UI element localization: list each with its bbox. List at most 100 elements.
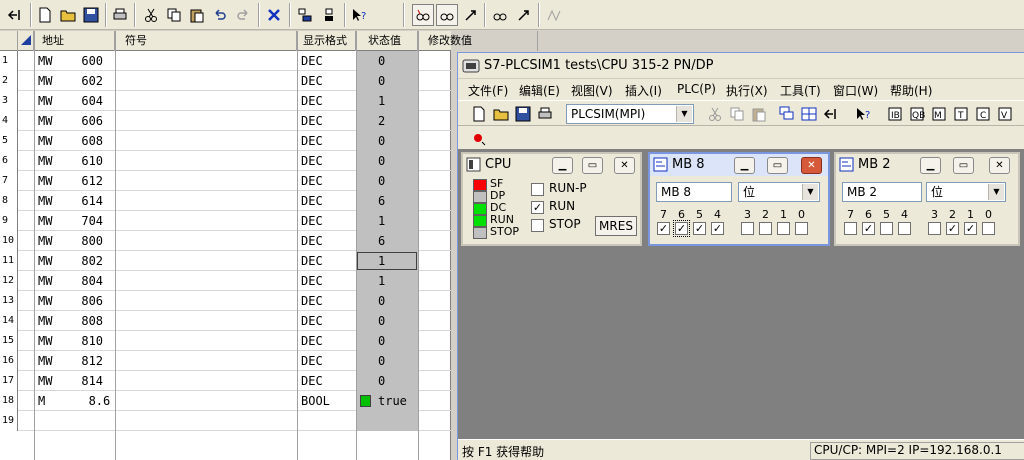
- modify-cell[interactable]: [418, 51, 451, 71]
- bit-checkbox[interactable]: ✓: [657, 222, 670, 235]
- table-row[interactable]: 8 MW 614 DEC 6: [0, 191, 451, 211]
- modify-cell[interactable]: [418, 131, 451, 151]
- symbol-cell[interactable]: [115, 111, 297, 131]
- table-row[interactable]: 16 MW 812 DEC 0: [0, 351, 451, 371]
- symbol-cell[interactable]: [115, 371, 297, 391]
- help-pointer-icon[interactable]: ?: [852, 103, 874, 125]
- modify-cell[interactable]: [418, 411, 451, 431]
- format-cell[interactable]: DEC: [301, 111, 356, 131]
- format-cell[interactable]: BOOL: [301, 391, 356, 411]
- insert-timer-icon[interactable]: T: [950, 103, 972, 125]
- maximize-button[interactable]: ▭: [582, 157, 603, 174]
- bit-checkbox[interactable]: ✓: [711, 222, 724, 235]
- modify-cell[interactable]: [418, 71, 451, 91]
- bit-checkbox[interactable]: ✓: [693, 222, 706, 235]
- format-cell[interactable]: DEC: [301, 311, 356, 331]
- address-cell[interactable]: MW 808: [38, 311, 114, 331]
- chevron-down-icon[interactable]: ▼: [988, 184, 1004, 200]
- interface-select[interactable]: PLCSIM(MPI) ▼: [566, 104, 694, 124]
- col-modify[interactable]: 修改数值: [418, 31, 538, 51]
- format-cell[interactable]: DEC: [301, 91, 356, 111]
- modify-cell[interactable]: [418, 171, 451, 191]
- format-cell[interactable]: DEC: [301, 131, 356, 151]
- delete-icon[interactable]: [263, 4, 285, 26]
- format-cell[interactable]: DEC: [301, 151, 356, 171]
- menu-item[interactable]: 编辑(E): [519, 82, 560, 99]
- address-cell[interactable]: MW 604: [38, 91, 114, 111]
- format-cell[interactable]: DEC: [301, 51, 356, 71]
- table-row[interactable]: 2 MW 602 DEC 0: [0, 71, 451, 91]
- menu-item[interactable]: 插入(I): [625, 82, 662, 99]
- modify-cell[interactable]: [418, 291, 451, 311]
- cut-icon[interactable]: [704, 103, 726, 125]
- modify-cell[interactable]: [418, 331, 451, 351]
- copy-icon[interactable]: [163, 4, 185, 26]
- format-cell[interactable]: DEC: [301, 291, 356, 311]
- menu-item[interactable]: 窗口(W): [833, 82, 878, 99]
- menu-item[interactable]: 视图(V): [571, 82, 613, 99]
- menu-item[interactable]: 帮助(H): [890, 82, 932, 99]
- modify-cell[interactable]: [418, 151, 451, 171]
- symbol-cell[interactable]: [115, 391, 297, 411]
- modify-cell[interactable]: [418, 91, 451, 111]
- address-cell[interactable]: MW 608: [38, 131, 114, 151]
- modify-cell[interactable]: [418, 351, 451, 371]
- address-cell[interactable]: MW 606: [38, 111, 114, 131]
- table-row[interactable]: 19: [0, 411, 451, 431]
- address-cell[interactable]: [38, 411, 114, 431]
- col-status[interactable]: 状态值: [356, 31, 418, 51]
- symbol-cell[interactable]: [115, 271, 297, 291]
- bit-checkbox[interactable]: ✓: [673, 220, 690, 237]
- paste-icon[interactable]: [186, 4, 208, 26]
- monitor-icon[interactable]: [294, 4, 316, 26]
- save-icon[interactable]: [80, 4, 102, 26]
- symbol-cell[interactable]: [115, 311, 297, 331]
- insert-generic-icon[interactable]: V: [994, 103, 1016, 125]
- close-button[interactable]: ✕: [989, 157, 1010, 174]
- menu-item[interactable]: 执行(X): [726, 82, 768, 99]
- modify-trigger-icon[interactable]: [460, 4, 482, 26]
- trigger-icon[interactable]: [436, 4, 458, 26]
- bit-checkbox[interactable]: [741, 222, 754, 235]
- table-row[interactable]: 15 MW 810 DEC 0: [0, 331, 451, 351]
- menu-item[interactable]: 文件(F): [468, 82, 508, 99]
- insert-input-icon[interactable]: IB: [884, 103, 906, 125]
- modify-cell[interactable]: [418, 191, 451, 211]
- address-cell[interactable]: MW 802: [38, 251, 114, 271]
- table-row[interactable]: 18 M 8.6 BOOL true: [0, 391, 451, 411]
- table-row[interactable]: 9 MW 704 DEC 1: [0, 211, 451, 231]
- symbol-cell[interactable]: [115, 291, 297, 311]
- insert-row-icon[interactable]: [4, 4, 26, 26]
- symbol-cell[interactable]: [115, 411, 297, 431]
- format-cell[interactable]: DEC: [301, 71, 356, 91]
- redo-icon[interactable]: [232, 4, 254, 26]
- format-cell[interactable]: DEC: [301, 231, 356, 251]
- mode-checkbox[interactable]: [531, 183, 544, 196]
- mode-checkbox[interactable]: [531, 219, 544, 232]
- insert-row-icon[interactable]: [820, 103, 842, 125]
- address-cell[interactable]: MW 600: [38, 51, 114, 71]
- format-cell[interactable]: DEC: [301, 331, 356, 351]
- modify-cell[interactable]: [418, 391, 451, 411]
- menu-item[interactable]: 工具(T): [780, 82, 821, 99]
- chevron-down-icon[interactable]: ▼: [676, 106, 692, 122]
- address-cell[interactable]: MW 800: [38, 231, 114, 251]
- insert-output-icon[interactable]: QB: [906, 103, 928, 125]
- symbol-cell[interactable]: [115, 231, 297, 251]
- mode-checkbox[interactable]: ✓: [531, 201, 544, 214]
- address-cell[interactable]: MW 610: [38, 151, 114, 171]
- modify-cell[interactable]: [418, 211, 451, 231]
- format-cell[interactable]: DEC: [301, 191, 356, 211]
- modify-cell[interactable]: [418, 371, 451, 391]
- bit-checkbox[interactable]: [795, 222, 808, 235]
- format-cell[interactable]: DEC: [301, 351, 356, 371]
- bit-checkbox[interactable]: ✓: [964, 222, 977, 235]
- cascade-icon[interactable]: [776, 103, 798, 125]
- table-row[interactable]: 4 MW 606 DEC 2: [0, 111, 451, 131]
- symbol-cell[interactable]: [115, 351, 297, 371]
- modify-cell[interactable]: [418, 231, 451, 251]
- col-symbol[interactable]: 符号: [115, 31, 297, 51]
- format-cell[interactable]: DEC: [301, 371, 356, 391]
- mb8-address-field[interactable]: MB 8: [656, 182, 732, 202]
- address-cell[interactable]: MW 804: [38, 271, 114, 291]
